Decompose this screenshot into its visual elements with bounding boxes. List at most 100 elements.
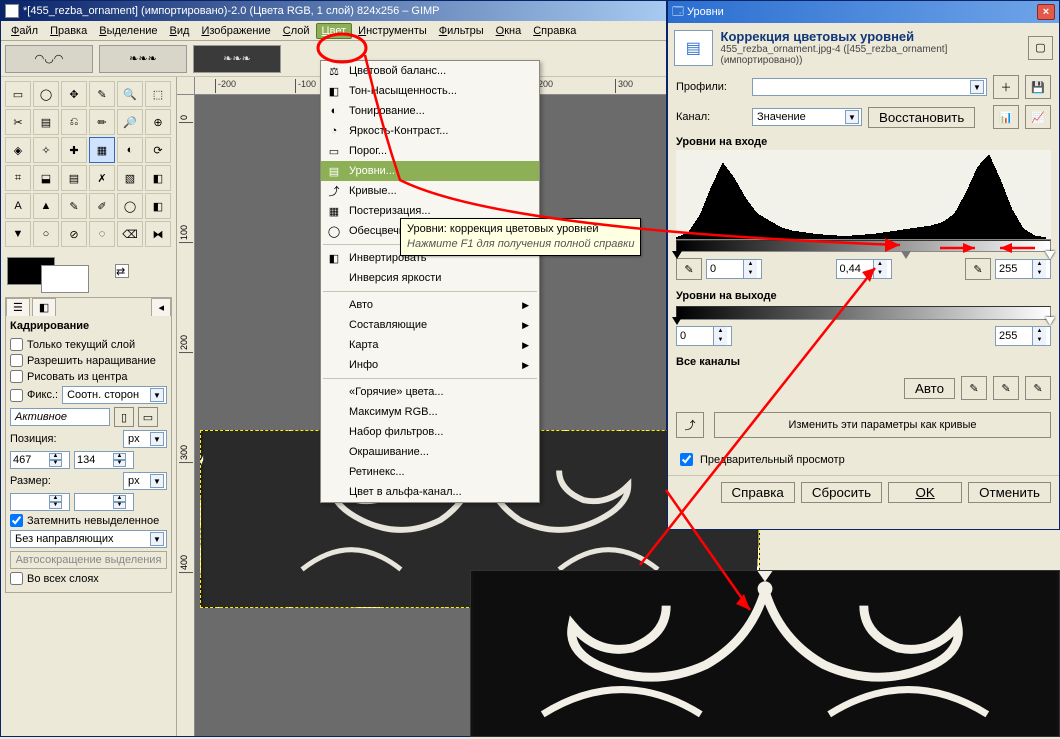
- tool-button[interactable]: ○: [33, 221, 59, 247]
- pos-y-input[interactable]: ▲▼: [74, 451, 134, 469]
- out-white-input[interactable]: ▲▼: [995, 326, 1051, 346]
- bg-color[interactable]: [41, 265, 89, 293]
- preset-swatch[interactable]: ❧❧❧: [99, 45, 187, 73]
- tool-button[interactable]: ⧓: [145, 221, 171, 247]
- tool-button[interactable]: ▤: [61, 165, 87, 191]
- menu-item[interactable]: Набор фильтров...: [321, 422, 539, 442]
- menu-item[interactable]: ⤴Кривые...: [321, 181, 539, 201]
- menu-item[interactable]: Окрашивание...: [321, 442, 539, 462]
- menu-item[interactable]: Максимум RGB...: [321, 402, 539, 422]
- tool-button[interactable]: ◈: [5, 137, 31, 163]
- menu-item[interactable]: Составляющие▶: [321, 315, 539, 335]
- save-profile-icon[interactable]: 💾: [1025, 75, 1051, 99]
- menu-item[interactable]: «Горячие» цвета...: [321, 382, 539, 402]
- histogram[interactable]: [676, 150, 1051, 240]
- tool-button[interactable]: ▭: [5, 81, 31, 107]
- in-gamma-input[interactable]: ▲▼: [836, 259, 892, 279]
- unit-combo[interactable]: px▼: [123, 430, 167, 448]
- unit-combo[interactable]: px▼: [123, 472, 167, 490]
- tool-button[interactable]: 🔍: [117, 81, 143, 107]
- tool-button[interactable]: ▼: [5, 221, 31, 247]
- white-slider[interactable]: [1045, 251, 1055, 259]
- tool-button[interactable]: ◯: [117, 193, 143, 219]
- size-w-input[interactable]: ▲▼: [10, 493, 70, 511]
- menu-окна[interactable]: Окна: [490, 23, 528, 39]
- add-profile-icon[interactable]: ＋: [993, 75, 1019, 99]
- tool-button[interactable]: ⊕: [145, 109, 171, 135]
- fix-combo[interactable]: Соотн. сторон▼: [62, 386, 167, 404]
- chk-current-layer[interactable]: [10, 338, 23, 351]
- menu-item[interactable]: Инверсия яркости: [321, 268, 539, 288]
- reset-channel-button[interactable]: Восстановить: [868, 107, 975, 128]
- reset-button[interactable]: Сбросить: [801, 482, 882, 503]
- ok-button[interactable]: OK: [888, 482, 962, 503]
- out-white-slider[interactable]: [1045, 317, 1055, 325]
- tool-button[interactable]: ⟳: [145, 137, 171, 163]
- menu-файл[interactable]: Файл: [5, 23, 44, 39]
- menu-item[interactable]: ▭Порог...: [321, 141, 539, 161]
- tool-options-tab[interactable]: ☰: [6, 298, 30, 316]
- preset-swatch[interactable]: ◠◡◠: [5, 45, 93, 73]
- panel-menu-icon[interactable]: ◂: [151, 298, 171, 316]
- pick-black-icon[interactable]: ✎: [676, 258, 702, 280]
- menu-правка[interactable]: Правка: [44, 23, 93, 39]
- menu-инструменты[interactable]: Инструменты: [352, 23, 433, 39]
- pos-x-input[interactable]: ▲▼: [10, 451, 70, 469]
- menu-справка[interactable]: Справка: [527, 23, 582, 39]
- color-wells[interactable]: ⇄: [1, 251, 176, 291]
- profiles-combo[interactable]: ▼: [752, 78, 987, 96]
- autoshrink-button[interactable]: Автосокращение выделения: [10, 551, 167, 569]
- tool-button[interactable]: ✎: [61, 193, 87, 219]
- menu-item[interactable]: ⚖Цветовой баланс...: [321, 61, 539, 81]
- tool-button[interactable]: 🔎: [117, 109, 143, 135]
- menu-item[interactable]: Цвет в альфа-канал...: [321, 482, 539, 502]
- tool-button[interactable]: ▤: [33, 109, 59, 135]
- tool-button[interactable]: ✐: [89, 193, 115, 219]
- in-black-input[interactable]: ▲▼: [706, 259, 762, 279]
- out-black-slider[interactable]: [672, 317, 682, 325]
- ratio-input[interactable]: Активное: [10, 408, 110, 426]
- tool-button[interactable]: ◐: [117, 137, 143, 163]
- tool-button[interactable]: ◧: [145, 193, 171, 219]
- menu-item[interactable]: Инфо▶: [321, 355, 539, 375]
- input-gradient[interactable]: [676, 240, 1051, 252]
- tool-button[interactable]: ◌: [89, 221, 115, 247]
- landscape-icon[interactable]: ▭: [138, 407, 158, 427]
- menu-item[interactable]: ◔Яркость-Контраст...: [321, 121, 539, 141]
- close-button[interactable]: ×: [1037, 4, 1055, 20]
- portrait-icon[interactable]: ▯: [114, 407, 134, 427]
- output-gradient[interactable]: [676, 306, 1051, 320]
- black-slider[interactable]: [672, 251, 682, 259]
- chk-dim[interactable]: [10, 514, 23, 527]
- help-button[interactable]: Справка: [721, 482, 795, 503]
- tool-button[interactable]: ✗: [89, 165, 115, 191]
- menu-item[interactable]: ▤Уровни...: [321, 161, 539, 181]
- menu-фильтры[interactable]: Фильтры: [433, 23, 490, 39]
- gamma-slider[interactable]: [901, 251, 911, 259]
- preview-checkbox[interactable]: [680, 453, 693, 466]
- tool-button[interactable]: ⌗: [5, 165, 31, 191]
- curves-icon[interactable]: ⤴: [676, 412, 704, 438]
- menu-item[interactable]: Карта▶: [321, 335, 539, 355]
- menu-изображение[interactable]: Изображение: [195, 23, 276, 39]
- tool-button[interactable]: ▧: [117, 165, 143, 191]
- tool-button[interactable]: ✥: [61, 81, 87, 107]
- menu-item[interactable]: ◐Тонирование...: [321, 101, 539, 121]
- hist-log-icon[interactable]: 📈: [1025, 105, 1051, 129]
- menu-item[interactable]: Ретинекс...: [321, 462, 539, 482]
- menu-выделение[interactable]: Выделение: [93, 23, 163, 39]
- in-white-input[interactable]: ▲▼: [995, 259, 1051, 279]
- detach-icon[interactable]: ▢: [1028, 36, 1053, 60]
- tool-button[interactable]: ⊘: [61, 221, 87, 247]
- hist-linear-icon[interactable]: 📊: [993, 105, 1019, 129]
- chk-fix[interactable]: [10, 389, 23, 402]
- cancel-button[interactable]: Отменить: [968, 482, 1051, 503]
- tool-options-tab[interactable]: ◧: [32, 298, 56, 316]
- chk-allow-grow[interactable]: [10, 354, 23, 367]
- tool-button[interactable]: ⬓: [33, 165, 59, 191]
- preset-swatch[interactable]: ❧❧❧: [193, 45, 281, 73]
- menu-item[interactable]: Авто▶: [321, 295, 539, 315]
- menu-цвет[interactable]: Цвет: [316, 23, 353, 39]
- tool-button[interactable]: ▦: [89, 137, 115, 163]
- pick-white-icon[interactable]: ✎: [965, 258, 991, 280]
